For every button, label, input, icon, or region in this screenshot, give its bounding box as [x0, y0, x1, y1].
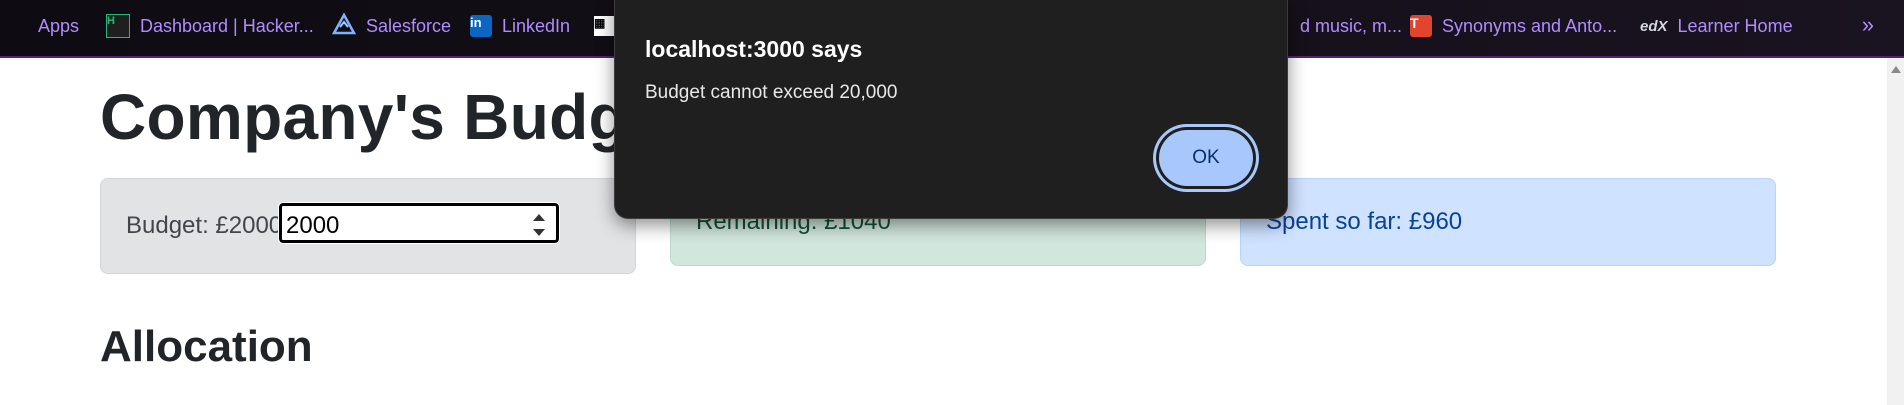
- scroll-up-icon[interactable]: [1891, 66, 1901, 73]
- more-bookmarks-icon[interactable]: »: [1862, 12, 1874, 38]
- linkedin-icon: in: [470, 15, 492, 37]
- bookmark-salesforce[interactable]: Salesforce: [331, 0, 452, 52]
- site-icon: ▦: [594, 16, 614, 36]
- spent-card: Spent so far: £960: [1240, 178, 1776, 266]
- budget-label: Budget: £2000: [126, 212, 283, 239]
- budget-card: Budget: £2000 2000: [100, 178, 636, 274]
- allocation-heading: Allocation: [100, 322, 313, 371]
- budget-stepper[interactable]: [532, 210, 546, 238]
- bookmark-thesaurus[interactable]: T Synonyms and Anto...: [1410, 0, 1617, 52]
- dialog-message: Budget cannot exceed 20,000: [645, 82, 898, 103]
- bookmark-label: Dashboard | Hacker...: [140, 15, 314, 36]
- dialog-origin: localhost:3000 says: [645, 36, 863, 62]
- budget-input[interactable]: 2000: [278, 202, 560, 244]
- bookmark-label: Synonyms and Anto...: [1442, 15, 1618, 36]
- vertical-scrollbar[interactable]: [1887, 58, 1904, 405]
- bookmark-hackerrank[interactable]: H Dashboard | Hacker...: [106, 0, 314, 52]
- salesforce-icon: [331, 11, 357, 40]
- thesaurus-icon: T: [1410, 15, 1432, 37]
- bookmark-label: Learner Home: [1677, 15, 1793, 36]
- page-title: Company's Budget: [100, 81, 686, 153]
- bookmark-music[interactable]: d music, m...: [1300, 0, 1402, 52]
- ok-button[interactable]: OK: [1159, 130, 1253, 186]
- apps-grid-icon: [8, 16, 28, 36]
- bookmark-label: LinkedIn: [502, 15, 571, 36]
- bookmark-label: Apps: [38, 15, 80, 36]
- stepper-down-icon[interactable]: [533, 229, 545, 236]
- spent-label: Spent so far: £960: [1266, 208, 1463, 235]
- bookmark-label: d music, m...: [1300, 15, 1403, 36]
- bookmark-label: Salesforce: [366, 15, 452, 36]
- bookmark-linkedin[interactable]: in LinkedIn: [470, 0, 570, 52]
- alert-dialog: localhost:3000 says Budget cannot exceed…: [614, 0, 1288, 219]
- budget-input-value: 2000: [286, 212, 340, 239]
- bookmark-edx[interactable]: edX Learner Home: [1640, 0, 1793, 52]
- bookmark-apps[interactable]: Apps: [8, 0, 79, 52]
- hackerrank-icon: H: [106, 14, 130, 38]
- edx-icon: edX: [1640, 17, 1668, 35]
- stepper-up-icon[interactable]: [533, 214, 545, 221]
